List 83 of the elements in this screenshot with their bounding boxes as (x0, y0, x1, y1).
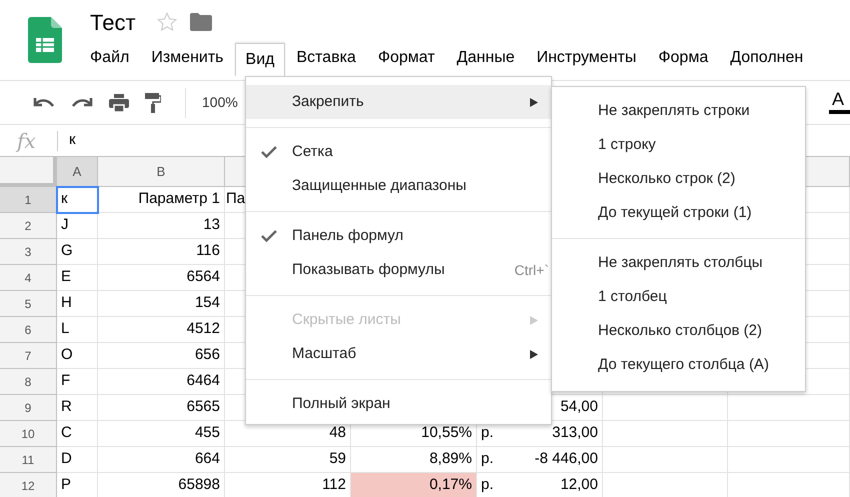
menu-option[interactable]: До текущей строки (1) (552, 196, 805, 230)
table-cell: Параметр 1 (98, 187, 225, 213)
amount-value: 313,00 (552, 422, 598, 442)
table-cell: 664 (98, 447, 225, 473)
row-header[interactable]: 7 (0, 343, 57, 369)
table-cell: P (57, 473, 98, 497)
table-cell: E (57, 265, 98, 291)
table-cell: H (57, 291, 98, 317)
menu-option[interactable]: Панель формул (246, 219, 551, 253)
menu-option[interactable]: Несколько столбцов (2) (552, 314, 805, 348)
document-title[interactable]: Тест (90, 6, 136, 38)
menu-item[interactable]: Дополнен (719, 42, 814, 74)
formula-label: fx (17, 128, 37, 154)
row-header[interactable]: 2 (0, 213, 57, 239)
table-cell: C (57, 421, 98, 447)
row-header[interactable]: 10 (0, 421, 57, 447)
text-color-button[interactable]: A (829, 88, 850, 114)
currency-symbol: р. (481, 474, 494, 494)
row-header[interactable]: 9 (0, 395, 57, 421)
table-cell: к (57, 187, 98, 213)
menu-item[interactable]: Формат (366, 42, 446, 74)
table-cell: 6464 (98, 369, 225, 395)
row-header[interactable]: 8 (0, 369, 57, 395)
table-cell: 4512 (98, 317, 225, 343)
sheets-logo-icon (28, 17, 62, 63)
star-icon[interactable] (156, 11, 178, 33)
menu-item[interactable]: Вид (234, 42, 286, 76)
redo-icon[interactable] (71, 96, 93, 110)
menu-option[interactable]: Закрепить (246, 85, 551, 119)
print-icon[interactable] (109, 94, 129, 112)
menu-option[interactable]: Несколько строк (2) (552, 162, 805, 196)
undo-icon[interactable] (33, 96, 55, 110)
paint-roller-icon[interactable] (145, 92, 161, 112)
zoom-selector[interactable]: 100% (202, 92, 238, 113)
table-cell: F (57, 369, 98, 395)
menu-option[interactable]: Не закреплять столбцы (552, 246, 805, 280)
row-header[interactable]: 6 (0, 317, 57, 343)
table-cell: 6564 (98, 265, 225, 291)
formula-input[interactable]: к (69, 129, 76, 152)
menu-option[interactable]: Сетка (246, 135, 551, 169)
table-cell: 656 (98, 343, 225, 369)
amount-value: 12,00 (560, 474, 598, 494)
table-cell: D (57, 447, 98, 473)
menu-item[interactable]: Инструменты (526, 42, 648, 74)
menu-option[interactable]: Не закреплять строки (552, 94, 805, 128)
row-header[interactable]: 5 (0, 291, 57, 317)
menu-option[interactable]: 1 строку (552, 128, 805, 162)
menu-item[interactable]: Данные (446, 42, 526, 74)
table-cell: 65898 (98, 473, 225, 497)
table-cell: 59 (225, 447, 351, 473)
currency-symbol: р. (481, 422, 494, 442)
shortcut-label: Ctrl+` (514, 260, 549, 280)
menu-option[interactable]: Масштаб (246, 337, 551, 371)
menu-item[interactable]: Изменить (140, 42, 235, 74)
amount-value: -8 446,00 (534, 448, 598, 468)
row-header[interactable]: 4 (0, 265, 57, 291)
menu-option[interactable]: Показывать формулы Ctrl+` (246, 253, 551, 287)
table-cell: 116 (98, 239, 225, 265)
table-cell: G (57, 239, 98, 265)
table-cell: J (57, 213, 98, 239)
table-cell: 13 (98, 213, 225, 239)
row-header[interactable]: 12 (0, 473, 57, 497)
menu-option[interactable]: Полный экран (246, 387, 551, 421)
folder-icon[interactable] (190, 13, 212, 31)
table-cell: 6565 (98, 395, 225, 421)
table-cell: L (57, 317, 98, 343)
row-header[interactable]: 3 (0, 239, 57, 265)
currency-symbol: р. (481, 448, 494, 468)
row-header[interactable]: 1 (0, 187, 57, 213)
table-cell: 455 (98, 421, 225, 447)
table-cell: O (57, 343, 98, 369)
table-cell: 0,17% (351, 473, 477, 497)
menu-item[interactable]: Файл (79, 42, 140, 74)
menu-option[interactable]: До текущего столбца (A) (552, 348, 805, 382)
menu-option[interactable]: 1 столбец (552, 280, 805, 314)
column-header[interactable]: A (57, 157, 98, 187)
column-header[interactable]: B (98, 157, 225, 187)
menu-item[interactable]: Форма (647, 42, 720, 74)
row-header[interactable]: 11 (0, 447, 57, 473)
table-cell: 154 (98, 291, 225, 317)
menu-item[interactable]: Вставка (285, 42, 367, 74)
table-cell: R (57, 395, 98, 421)
amount-value: 54,00 (560, 396, 598, 416)
